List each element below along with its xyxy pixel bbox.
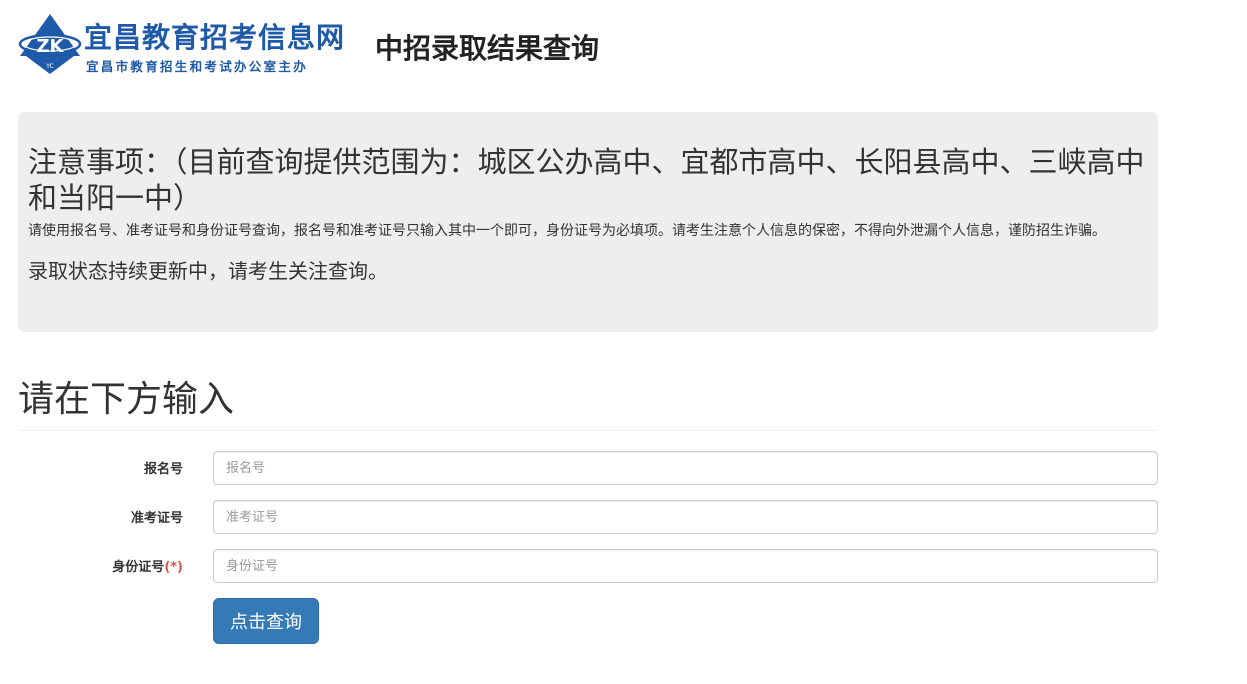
form-row-ticket: 准考证号 [18, 500, 1158, 534]
exam-ticket-label: 准考证号 [130, 511, 183, 526]
site-logo[interactable]: ZK YC 宜昌教育招考信息网 宜昌市教育招生和考试办公室主办 [18, 12, 363, 76]
notice-status: 录取状态持续更新中，请考生关注查询。 [28, 259, 388, 283]
zk-emblem-icon: ZK YC [18, 14, 82, 74]
form-row-registration: 报名号 [18, 451, 1158, 485]
id-number-input[interactable] [213, 549, 1158, 583]
form-row-id: 身份证号(*) [18, 549, 1158, 583]
registration-number-input[interactable] [213, 451, 1158, 485]
emblem-letters: ZK [37, 36, 65, 57]
site-name: 宜昌教育招考信息网 [84, 21, 346, 54]
exam-ticket-input[interactable] [213, 500, 1158, 534]
page-title: 中招录取结果查询 [375, 32, 600, 65]
form-section-title: 请在下方输入 [18, 379, 235, 420]
query-form: 报名号 准考证号 身份证号(*) [18, 451, 1158, 598]
id-number-label: 身份证号(*) [112, 556, 183, 575]
required-mark: (*) [164, 560, 183, 575]
id-number-label-text: 身份证号 [112, 560, 165, 575]
site-organizer: 宜昌市教育招生和考试办公室主办 [86, 59, 309, 74]
notice-text: 请使用报名号、准考证号和身份证号查询，报名号和准考证号只输入其中一个即可，身份证… [28, 223, 1106, 239]
notice-panel: 注意事项：（目前查询提供范围为：城区公办高中、宜都市高中、长阳县高中、三峡高中和… [18, 112, 1158, 332]
page-header: ZK YC 宜昌教育招考信息网 宜昌市教育招生和考试办公室主办 中招录取结果查询 [18, 12, 718, 76]
emblem-small-letters: YC [45, 63, 54, 70]
query-button[interactable]: 点击查询 [213, 598, 319, 644]
registration-number-label: 报名号 [143, 462, 183, 477]
notice-title: 注意事项：（目前查询提供范围为：城区公办高中、宜都市高中、长阳县高中、三峡高中和… [28, 145, 1145, 215]
divider [18, 430, 1158, 431]
